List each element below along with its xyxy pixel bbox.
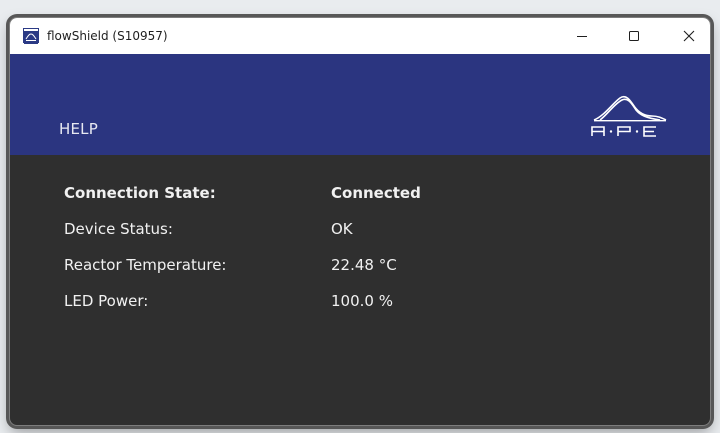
- minimize-icon: [577, 36, 587, 37]
- title-bar[interactable]: flowShield (S10957): [10, 18, 710, 54]
- close-icon: [683, 30, 695, 42]
- reactor-temperature-value: 22.48 °C: [331, 256, 397, 274]
- minimize-button[interactable]: [559, 18, 605, 54]
- led-power-label: LED Power:: [64, 292, 149, 310]
- window-title: flowShield (S10957): [47, 29, 168, 43]
- app-icon: [23, 28, 39, 44]
- ape-logo: [586, 82, 674, 142]
- maximize-icon: [629, 31, 639, 41]
- maximize-button[interactable]: [611, 18, 657, 54]
- connection-state-label: Connection State:: [64, 184, 216, 202]
- led-power-value: 100.0 %: [331, 292, 393, 310]
- help-link[interactable]: HELP: [59, 120, 98, 138]
- device-status-value: OK: [331, 220, 353, 238]
- close-button[interactable]: [666, 18, 710, 54]
- connection-state-value: Connected: [331, 184, 421, 202]
- device-status-label: Device Status:: [64, 220, 173, 238]
- reactor-temperature-label: Reactor Temperature:: [64, 256, 227, 274]
- app-window: flowShield (S10957) HELP Connection Stat…: [9, 17, 711, 426]
